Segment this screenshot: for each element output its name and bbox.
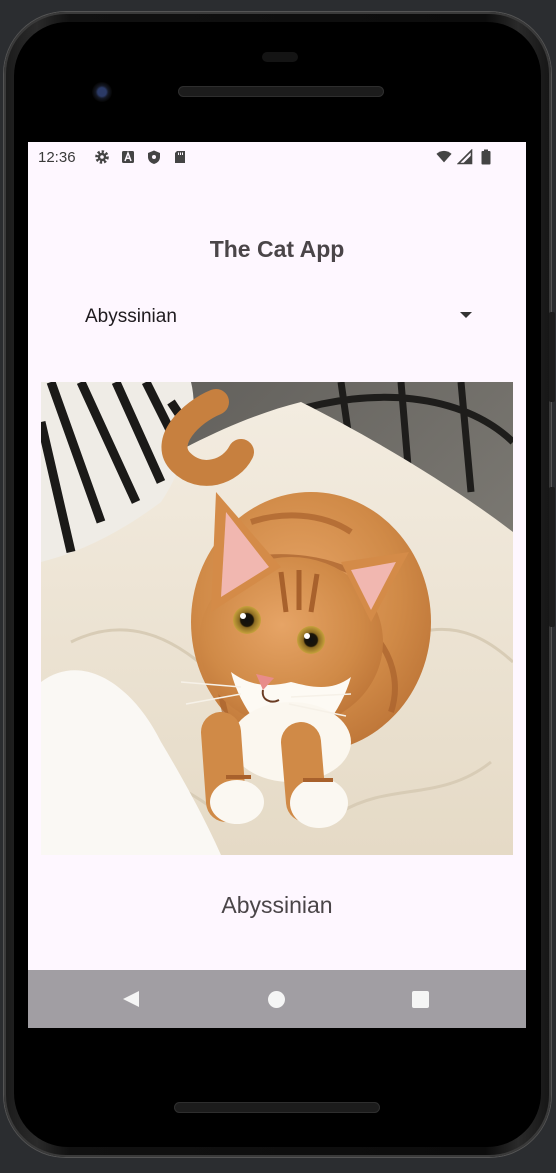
battery-icon [478,149,494,165]
earpiece-speaker [178,86,384,97]
status-time: 12:36 [38,149,76,166]
cell-signal-icon [457,149,473,165]
status-notification-icons [94,149,188,165]
wifi-icon [436,149,452,165]
breed-name-label: Abyssinian [221,892,333,918]
front-camera-icon [92,82,112,102]
font-a-icon [120,149,136,165]
breed-dropdown-value: Abyssinian [85,306,177,327]
status-bar: 12:36 [28,142,526,172]
navigation-bar [28,970,526,1028]
breed-dropdown[interactable]: Abyssinian [72,294,472,338]
app-title: The Cat App [209,236,345,262]
dropdown-arrow-icon[interactable] [460,312,472,318]
sd-card-icon [172,149,188,165]
proximity-sensor [262,52,298,62]
status-system-icons [436,149,494,165]
recents-icon[interactable] [412,991,429,1008]
home-icon[interactable] [268,991,285,1008]
cat-photo-illustration [41,382,513,855]
volume-button[interactable] [549,487,555,627]
back-icon[interactable] [122,990,140,1013]
shield-icon [146,149,162,165]
app-screen: 12:36 The Cat App Abyssinian Abyssinian [28,142,526,1028]
bottom-speaker [174,1102,380,1113]
gear-icon [94,149,110,165]
power-button[interactable] [549,312,555,402]
cat-photo [41,382,513,855]
